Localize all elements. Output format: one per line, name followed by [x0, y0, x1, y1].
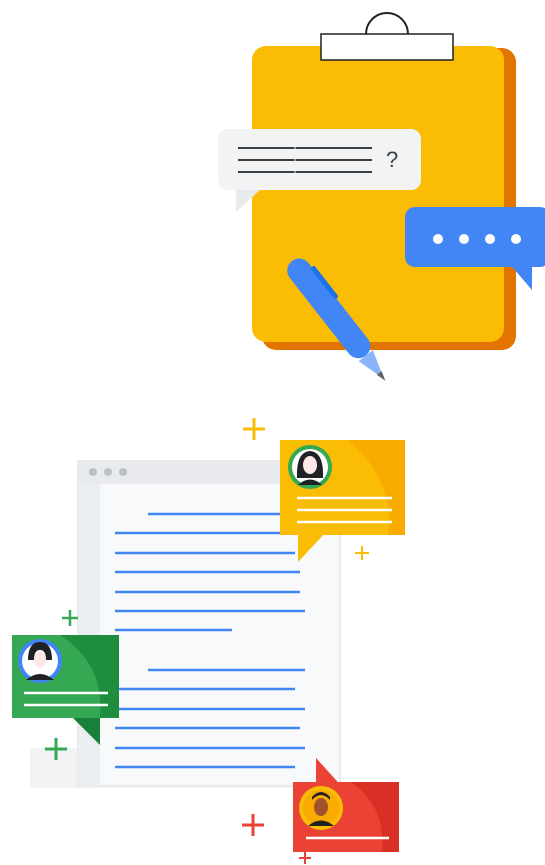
window-dot-icon [119, 468, 127, 476]
illustration-canvas: ? [12, 12, 545, 864]
clipboard-board [252, 46, 504, 342]
avatar-person-icon [18, 639, 62, 683]
comment-bubble-yellow [280, 440, 405, 562]
plus-sparkle-icon [243, 418, 265, 440]
question-mark: ? [386, 147, 398, 172]
document-illustration [12, 418, 405, 864]
avatar-woman-icon [288, 445, 332, 489]
window-dot-icon [89, 468, 97, 476]
plus-sparkle-icon [242, 814, 264, 836]
clipboard-illustration: ? [218, 12, 545, 381]
plus-sparkle-icon [62, 610, 78, 626]
window-dot-icon [104, 468, 112, 476]
plus-sparkle-icon [299, 852, 311, 864]
plus-sparkle-icon [355, 546, 369, 560]
avatar-man-icon [299, 786, 343, 830]
clipboard-clip-ring [365, 12, 409, 35]
clipboard-clip [320, 33, 454, 61]
